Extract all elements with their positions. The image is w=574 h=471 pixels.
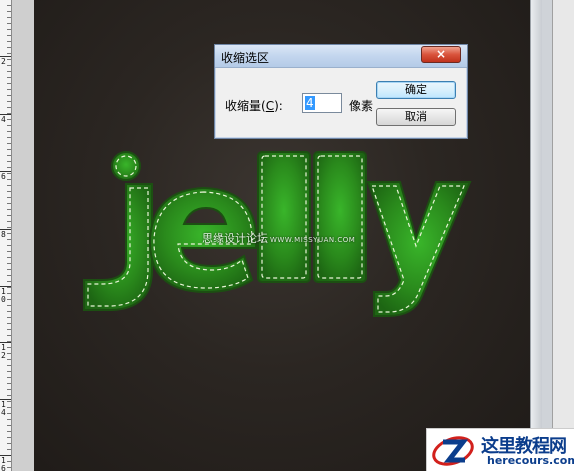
cancel-button[interactable]: 取消 xyxy=(376,108,456,126)
ruler-tick: 6 xyxy=(1,172,6,181)
contract-amount-input[interactable]: 4 xyxy=(302,93,342,113)
close-button[interactable]: × xyxy=(421,46,461,63)
ruler-tick: 8 xyxy=(1,230,6,239)
dialog-title: 收缩选区 xyxy=(221,51,270,65)
ruler-tick: 4 xyxy=(1,115,6,124)
close-icon: × xyxy=(435,47,447,61)
ok-button[interactable]: 确定 xyxy=(376,81,456,99)
ruler-tick: 16 xyxy=(1,456,6,471)
dialog-titlebar[interactable]: 收缩选区 × xyxy=(215,45,467,68)
canvas-margin xyxy=(12,0,34,471)
panel-edge xyxy=(552,0,574,430)
ruler-tick: 12 xyxy=(1,343,6,360)
photoshop-workspace: 2 4 6 8 10 12 14 16 收缩选区 × 收缩量(C): 4 像素 … xyxy=(0,0,574,471)
side-panel-edge xyxy=(530,0,574,471)
ruler-tick: 10 xyxy=(1,287,6,304)
logo-icon xyxy=(432,436,474,466)
unit-label: 像素 xyxy=(349,99,374,113)
logo-url: herecours.com xyxy=(487,454,574,467)
vertical-ruler[interactable]: 2 4 6 8 10 12 14 16 xyxy=(0,0,12,471)
contract-selection-dialog: 收缩选区 × 收缩量(C): 4 像素 确定 取消 xyxy=(214,44,468,139)
vertical-scrollbar[interactable] xyxy=(530,0,542,471)
ruler-tick: 2 xyxy=(1,57,6,66)
contract-amount-label: 收缩量(C): xyxy=(225,99,283,113)
site-logo-watermark: 这里教程网 herecours.com xyxy=(426,428,574,471)
ruler-tick: 14 xyxy=(1,400,6,417)
center-watermark: 思缘设计论坛 WWW.MISSYUAN.COM xyxy=(202,232,356,245)
selected-value: 4 xyxy=(305,96,315,110)
